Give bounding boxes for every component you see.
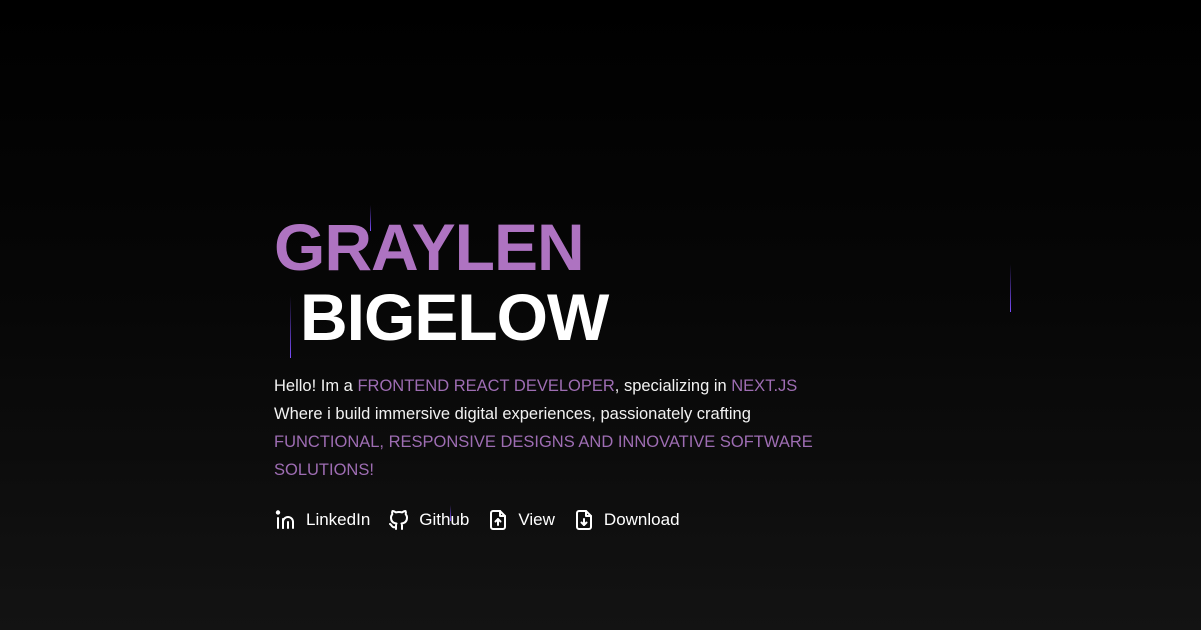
linkedin-link[interactable]: LinkedIn [274,508,370,532]
github-icon [389,510,409,530]
file-upload-icon [490,510,507,530]
bio-part: Where i build immersive digital experien… [274,405,751,423]
view-resume-link[interactable]: View [486,508,555,532]
linkedin-icon [275,510,294,529]
link-label: View [518,510,555,529]
file-download-icon [575,510,592,530]
bio-part: Hello! Im a [274,377,358,395]
name-heading: GRAYLEN BIGELOW [274,212,814,352]
link-label: Download [603,510,680,529]
hero-section: GRAYLEN BIGELOW Hello! Im a FRONTEND REA… [274,212,814,532]
bio-highlight: FUNCTIONAL, RESPONSIVE DESIGNS AND INNOV… [274,433,813,479]
link-label: Github [419,510,470,529]
bio-highlight: FRONTEND REACT DEVELOPER [357,377,615,395]
github-link[interactable]: Github [387,508,469,532]
download-resume-link[interactable]: Download [572,508,680,532]
bio-text: Hello! Im a FRONTEND REACT DEVELOPER, sp… [274,372,814,484]
meteor-streak [1010,264,1011,312]
link-label: LinkedIn [306,510,371,529]
first-name: GRAYLEN [274,210,585,284]
bio-highlight: NEXT.JS [731,377,798,395]
last-name: BIGELOW [300,280,609,354]
social-links: LinkedIn Github View Download [274,508,814,532]
bio-part: , specializing in [614,377,732,395]
